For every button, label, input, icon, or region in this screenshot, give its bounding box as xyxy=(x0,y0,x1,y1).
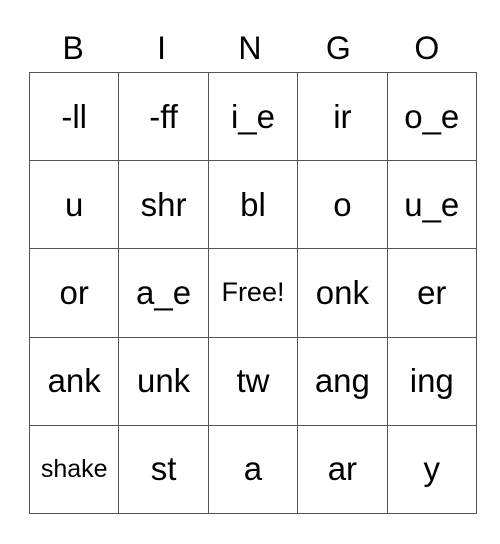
card-cell[interactable]: onk xyxy=(297,248,388,338)
card-row: shake st a ar y xyxy=(28,424,477,515)
bingo-card: -ll -ff i_e ir o_e u shr bl o u_e or a_e… xyxy=(28,71,477,515)
card-cell[interactable]: o xyxy=(297,160,388,250)
header-letter-i: I xyxy=(157,30,167,66)
card-row: ank unk tw ang ing xyxy=(28,336,477,426)
card-row: u shr bl o u_e xyxy=(28,160,477,250)
card-cell[interactable]: u_e xyxy=(386,160,477,250)
header-letter-o: O xyxy=(414,30,440,66)
card-cell[interactable]: i_e xyxy=(207,71,299,162)
card-cell[interactable]: ar xyxy=(297,424,388,515)
free-space-cell[interactable]: Free! xyxy=(207,248,299,338)
card-cell[interactable]: ir xyxy=(297,71,388,162)
card-cell[interactable]: st xyxy=(118,424,209,515)
card-cell[interactable]: unk xyxy=(118,336,209,426)
card-cell[interactable]: shake xyxy=(28,424,120,515)
card-row: or a_e Free! onk er xyxy=(28,248,477,338)
card-cell[interactable]: o_e xyxy=(386,71,477,162)
card-cell[interactable]: bl xyxy=(207,160,299,250)
card-cell[interactable]: a_e xyxy=(118,248,209,338)
card-row: -ll -ff i_e ir o_e xyxy=(28,71,477,162)
card-cell[interactable]: -ll xyxy=(28,71,120,162)
card-cell[interactable]: er xyxy=(386,248,477,338)
card-cell[interactable]: shr xyxy=(118,160,209,250)
card-cell[interactable]: ang xyxy=(297,336,388,426)
header-letter-g: G xyxy=(325,30,351,66)
card-cell[interactable]: u xyxy=(28,160,120,250)
card-cell[interactable]: y xyxy=(386,424,477,515)
card-cell[interactable]: tw xyxy=(207,336,299,426)
header-letter-b: B xyxy=(62,30,84,66)
card-cell[interactable]: -ff xyxy=(118,71,209,162)
card-cell[interactable]: ing xyxy=(386,336,477,426)
card-cell[interactable]: or xyxy=(28,248,120,338)
header-letter-n: N xyxy=(238,30,262,66)
card-cell[interactable]: a xyxy=(207,424,299,515)
bingo-header: B I N G O xyxy=(29,26,471,70)
card-cell[interactable]: ank xyxy=(28,336,120,426)
